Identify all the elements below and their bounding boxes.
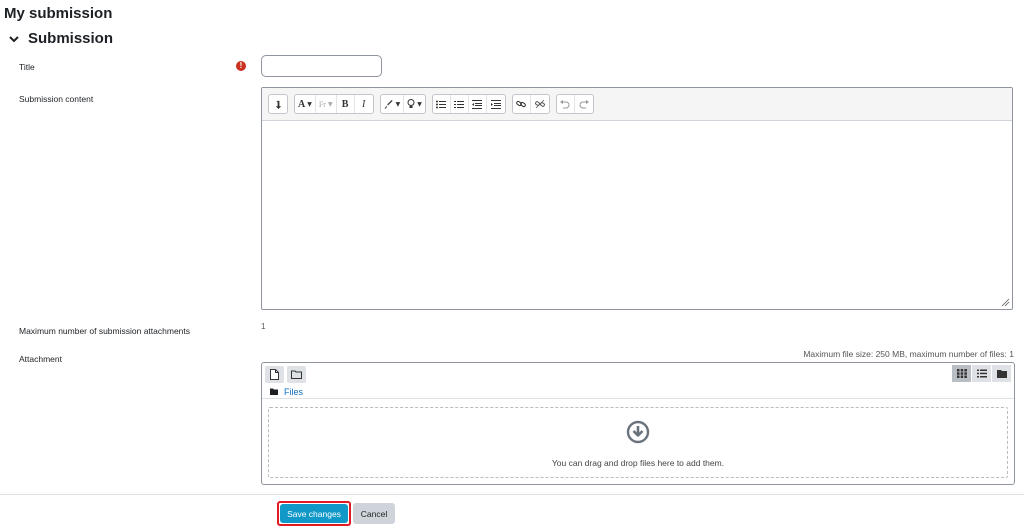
bold-icon[interactable]: B (337, 95, 355, 113)
required-icon: ! (236, 61, 246, 71)
collapse-icon[interactable] (269, 95, 287, 113)
title-label: Title (19, 62, 35, 72)
max-attachments-value: 1 (261, 322, 266, 331)
toolbar-group-color: ▼ ▼ (379, 94, 426, 114)
section-title: Submission (28, 30, 114, 47)
undo-icon[interactable] (557, 95, 575, 113)
italic-icon[interactable]: I (355, 95, 373, 113)
save-changes-button[interactable]: Save changes (280, 504, 348, 523)
submission-section-toggle[interactable]: Submission (8, 30, 113, 47)
cancel-button[interactable]: Cancel (353, 503, 395, 524)
page-title: My submission (4, 5, 113, 22)
ordered-list-icon[interactable] (451, 95, 469, 113)
download-arrow-icon (626, 420, 650, 443)
form-divider (0, 494, 1024, 495)
files-link[interactable]: Files (284, 387, 303, 397)
file-path-breadcrumb: Files (262, 385, 1014, 399)
toolbar-group-style: A ▼ Fr ▼ B I (294, 94, 374, 114)
toolbar-group-collapse (268, 94, 288, 114)
resize-handle-icon[interactable] (1001, 298, 1010, 307)
file-limits-text: Maximum file size: 250 MB, maximum numbe… (803, 349, 1014, 359)
file-picker-toolbar (262, 363, 1014, 385)
indent-icon[interactable] (487, 95, 505, 113)
save-changes-button-highlight: Save changes (277, 501, 351, 526)
font-family-icon[interactable]: Fr ▼ (316, 95, 337, 113)
paint-brush-icon[interactable]: ▼ (381, 95, 405, 113)
toolbar-group-lists (431, 94, 506, 114)
attachment-label: Attachment (19, 354, 62, 364)
list-view-icon[interactable] (972, 365, 991, 382)
lightbulb-icon[interactable]: ▼ (404, 95, 425, 113)
content-label: Submission content (19, 94, 94, 104)
tree-view-icon[interactable] (992, 365, 1011, 382)
editor-content-area[interactable] (262, 122, 1012, 309)
chevron-down-icon (9, 35, 19, 42)
dropzone-text: You can drag and drop files here to add … (551, 457, 725, 468)
redo-icon[interactable] (575, 95, 593, 113)
add-file-icon[interactable] (265, 365, 284, 383)
grid-view-icon[interactable] (952, 365, 971, 382)
file-picker: Files You can drag and drop files here t… (261, 362, 1015, 485)
rich-text-editor: A ▼ Fr ▼ B I ▼ ▼ (261, 87, 1013, 310)
title-input[interactable] (261, 55, 382, 77)
max-attachments-label: Maximum number of submission attachments (19, 326, 191, 336)
create-folder-icon[interactable] (287, 365, 306, 383)
editor-toolbar: A ▼ Fr ▼ B I ▼ ▼ (262, 88, 1012, 121)
toolbar-group-links (511, 94, 550, 114)
toolbar-group-history (555, 94, 594, 114)
view-switcher (952, 365, 1011, 382)
file-dropzone[interactable]: You can drag and drop files here to add … (268, 407, 1008, 478)
unordered-list-icon[interactable] (433, 95, 451, 113)
outdent-icon[interactable] (469, 95, 487, 113)
link-icon[interactable] (513, 95, 531, 113)
folder-icon (270, 388, 278, 395)
unlink-icon[interactable] (531, 95, 549, 113)
font-style-icon[interactable]: A ▼ (295, 95, 316, 113)
